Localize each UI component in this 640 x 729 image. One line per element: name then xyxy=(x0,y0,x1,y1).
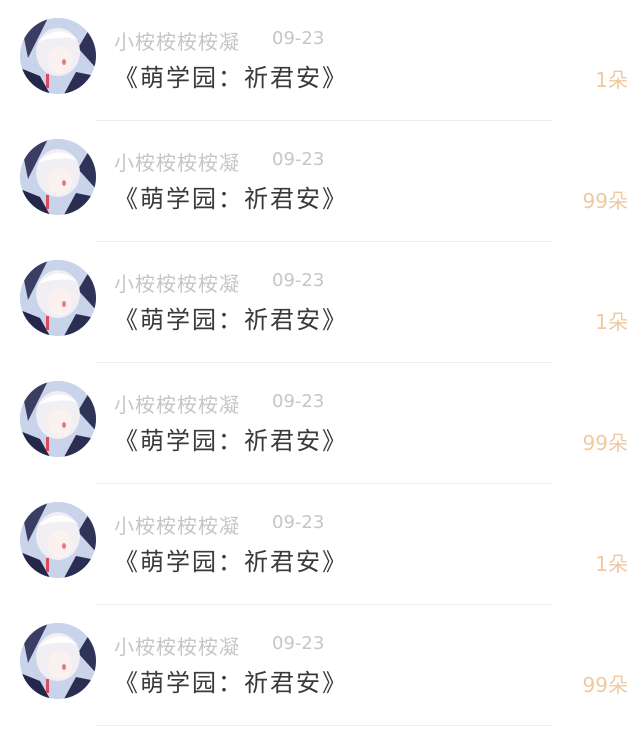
post-date: 09-23 xyxy=(272,391,325,412)
avatar-icon[interactable] xyxy=(20,18,96,94)
list-item[interactable]: 小桉桉桉桉凝 09-23 《萌学园：祈君安》 99朵 xyxy=(0,605,640,726)
username: 小桉桉桉桉凝 xyxy=(114,393,240,417)
list-item[interactable]: 小桉桉桉桉凝 09-23 《萌学园：祈君安》 1朵 xyxy=(0,0,640,121)
list-item[interactable]: 小桉桉桉桉凝 09-23 《萌学园：祈君安》 1朵 xyxy=(0,242,640,363)
avatar-icon[interactable] xyxy=(20,502,96,578)
username: 小桉桉桉桉凝 xyxy=(114,635,240,659)
flower-count: 1朵 xyxy=(595,310,628,334)
avatar-icon[interactable] xyxy=(20,260,96,336)
username: 小桉桉桉桉凝 xyxy=(114,514,240,538)
username: 小桉桉桉桉凝 xyxy=(114,30,240,54)
divider xyxy=(96,725,552,726)
avatar-icon[interactable] xyxy=(20,139,96,215)
book-title[interactable]: 《萌学园：祈君安》 xyxy=(114,421,348,456)
book-title[interactable]: 《萌学园：祈君安》 xyxy=(114,300,348,335)
avatar-icon[interactable] xyxy=(20,623,96,699)
flower-count: 99朵 xyxy=(582,189,628,213)
book-title[interactable]: 《萌学园：祈君安》 xyxy=(114,542,348,577)
post-date: 09-23 xyxy=(272,149,325,170)
flower-count: 1朵 xyxy=(595,68,628,92)
avatar-icon[interactable] xyxy=(20,381,96,457)
book-title[interactable]: 《萌学园：祈君安》 xyxy=(114,179,348,214)
book-title[interactable]: 《萌学园：祈君安》 xyxy=(114,58,348,93)
post-date: 09-23 xyxy=(272,633,325,654)
gift-list: 小桉桉桉桉凝 09-23 《萌学园：祈君安》 1朵 小桉桉桉桉凝 09-23 《… xyxy=(0,0,640,729)
flower-count: 1朵 xyxy=(595,552,628,576)
post-date: 09-23 xyxy=(272,512,325,533)
flower-count: 99朵 xyxy=(582,431,628,455)
username: 小桉桉桉桉凝 xyxy=(114,151,240,175)
flower-count: 99朵 xyxy=(582,673,628,697)
username: 小桉桉桉桉凝 xyxy=(114,272,240,296)
list-item[interactable]: 小桉桉桉桉凝 09-23 《萌学园：祈君安》 1朵 xyxy=(0,484,640,605)
list-item[interactable]: 小桉桉桉桉凝 09-23 《萌学园：祈君安》 99朵 xyxy=(0,363,640,484)
list-item[interactable]: 小桉桉桉桉凝 09-23 《萌学园：祈君安》 99朵 xyxy=(0,121,640,242)
post-date: 09-23 xyxy=(272,28,325,49)
book-title[interactable]: 《萌学园：祈君安》 xyxy=(114,663,348,698)
post-date: 09-23 xyxy=(272,270,325,291)
